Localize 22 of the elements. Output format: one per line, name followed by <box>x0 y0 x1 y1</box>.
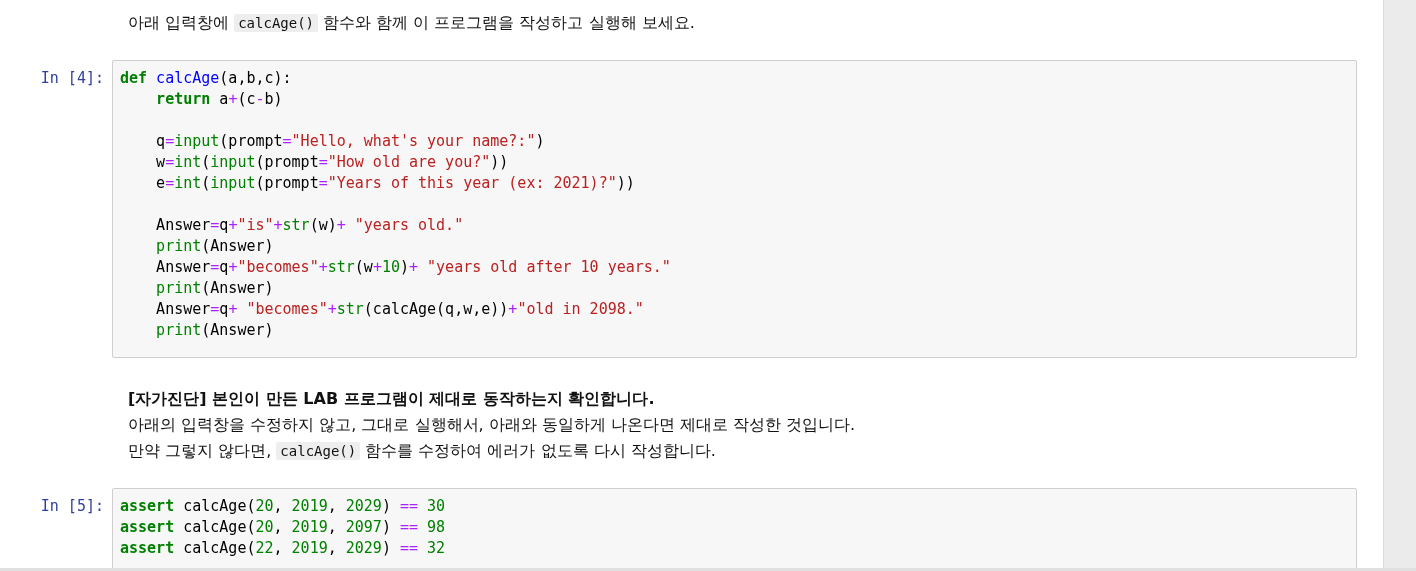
cell-prompt: In [5]: <box>40 496 105 515</box>
cell-prompt: In [4]: <box>40 68 105 87</box>
code-editor[interactable] <box>112 60 1357 358</box>
code-line: print(Answer) <box>155 278 275 299</box>
paragraph-text: 아래 입력창에 calcAge() 함수와 함께 이 프로그램을 작성하고 실행해 보세요. <box>128 12 696 34</box>
paragraph-text: [자가진단] 본인이 만든 LAB 프로그램이 제대로 동작하는지 확인합니다. <box>128 388 656 410</box>
code-line: w=int(input(prompt="How old are you?")) <box>155 152 510 173</box>
code-line: assert calcAge(20, 2019, 2097) == 98 <box>120 517 447 538</box>
code-line: def calcAge(a,b,c): <box>120 68 293 89</box>
code-line: assert calcAge(22, 2019, 2029) == 32 <box>120 538 447 559</box>
code-line: Answer=q+"is"+str(w)+ "years old." <box>155 215 465 236</box>
code-line: Answer=q+ "becomes"+str(calcAge(q,w,e))+"old in 2098." <box>155 299 645 320</box>
code-line: print(Answer) <box>155 236 275 257</box>
paragraph-text: 아래의 입력창을 수정하지 않고, 그대로 실행해서, 아래와 동일하게 나온다면 제대로 작성한 것입니다. <box>128 414 857 436</box>
code-line: q=input(prompt="Hello, what's your name?:") <box>155 131 546 152</box>
code-line: Answer=q+"becomes"+str(w+10)+ "years old after 10 years." <box>155 257 672 278</box>
code-line: e=int(input(prompt="Years of this year (ex: 2021)?")) <box>155 173 636 194</box>
code-line: print(Answer) <box>155 320 275 341</box>
paragraph-text: 만약 그렇지 않다면, calcAge() 함수를 수정하여 에러가 없도록 다시 작성합니다. <box>128 440 717 462</box>
code-line: return a+(c-b) <box>155 89 284 110</box>
code-line: assert calcAge(20, 2019, 2029) == 30 <box>120 496 447 517</box>
code-editor[interactable]: assert calcAge(20, 2019, 2029) == 30 assert calcAge(20, 2019, 2097) == 98 assert calcAge(22, 2019, 2029) == 32 <box>112 488 1357 568</box>
